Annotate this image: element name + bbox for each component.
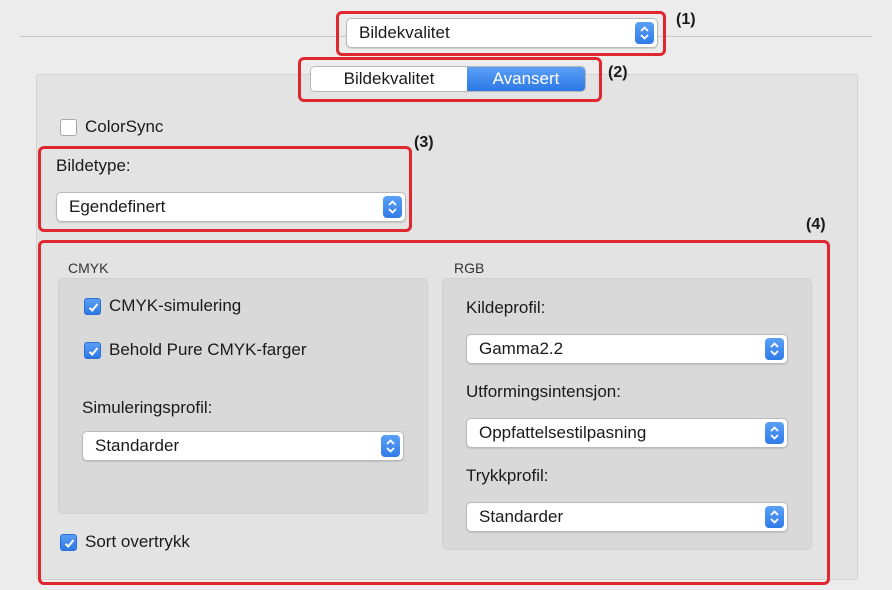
checkmark-icon	[84, 341, 101, 359]
callout-label-1: (1)	[676, 11, 696, 28]
simulation-profile-label: Simuleringsprofil:	[82, 398, 213, 417]
cmyk-simulation-checkbox[interactable]: CMYK-simulering	[84, 296, 241, 316]
rgb-title: RGB	[454, 260, 485, 276]
callout-frame-1	[336, 11, 666, 56]
rendering-intent-popup[interactable]: Oppfattelsestilpasning	[466, 418, 788, 448]
source-profile-popup[interactable]: Gamma2.2	[466, 334, 788, 364]
black-overprint-checkbox[interactable]: Sort overtrykk	[60, 532, 190, 552]
popup-stepper-icon	[765, 422, 784, 444]
simulation-profile-popup[interactable]: Standarder	[82, 431, 404, 461]
checkmark-icon	[60, 533, 77, 551]
popup-stepper-icon	[765, 506, 784, 528]
print-profile-popup[interactable]: Standarder	[466, 502, 788, 532]
source-profile-value: Gamma2.2	[479, 339, 564, 358]
popup-stepper-icon	[765, 338, 784, 360]
cmyk-title: CMYK	[68, 260, 109, 276]
callout-frame-3	[38, 146, 412, 232]
callout-label-2: (2)	[608, 64, 628, 81]
pure-cmyk-checkbox[interactable]: Behold Pure CMYK-farger	[84, 340, 306, 360]
print-profile-value: Standarder	[479, 507, 564, 526]
callout-frame-2	[298, 57, 602, 102]
popup-stepper-icon	[381, 435, 400, 457]
black-overprint-label: Sort overtrykk	[85, 532, 190, 551]
rendering-intent-value: Oppfattelsestilpasning	[479, 423, 647, 442]
colorsync-checkbox-box	[60, 118, 77, 136]
print-profile-label: Trykkprofil:	[466, 466, 549, 485]
checkmark-icon	[84, 297, 101, 315]
cmyk-simulation-label: CMYK-simulering	[109, 296, 242, 315]
callout-label-3: (3)	[414, 134, 434, 151]
callout-label-4: (4)	[806, 216, 826, 233]
colorsync-label: ColorSync	[85, 117, 164, 136]
source-profile-label: Kildeprofil:	[466, 298, 546, 317]
colorsync-checkbox[interactable]: ColorSync	[60, 117, 163, 137]
simulation-profile-value: Standarder	[95, 436, 180, 455]
pure-cmyk-label: Behold Pure CMYK-farger	[109, 340, 307, 359]
rendering-intent-label: Utformingsintensjon:	[466, 382, 621, 401]
